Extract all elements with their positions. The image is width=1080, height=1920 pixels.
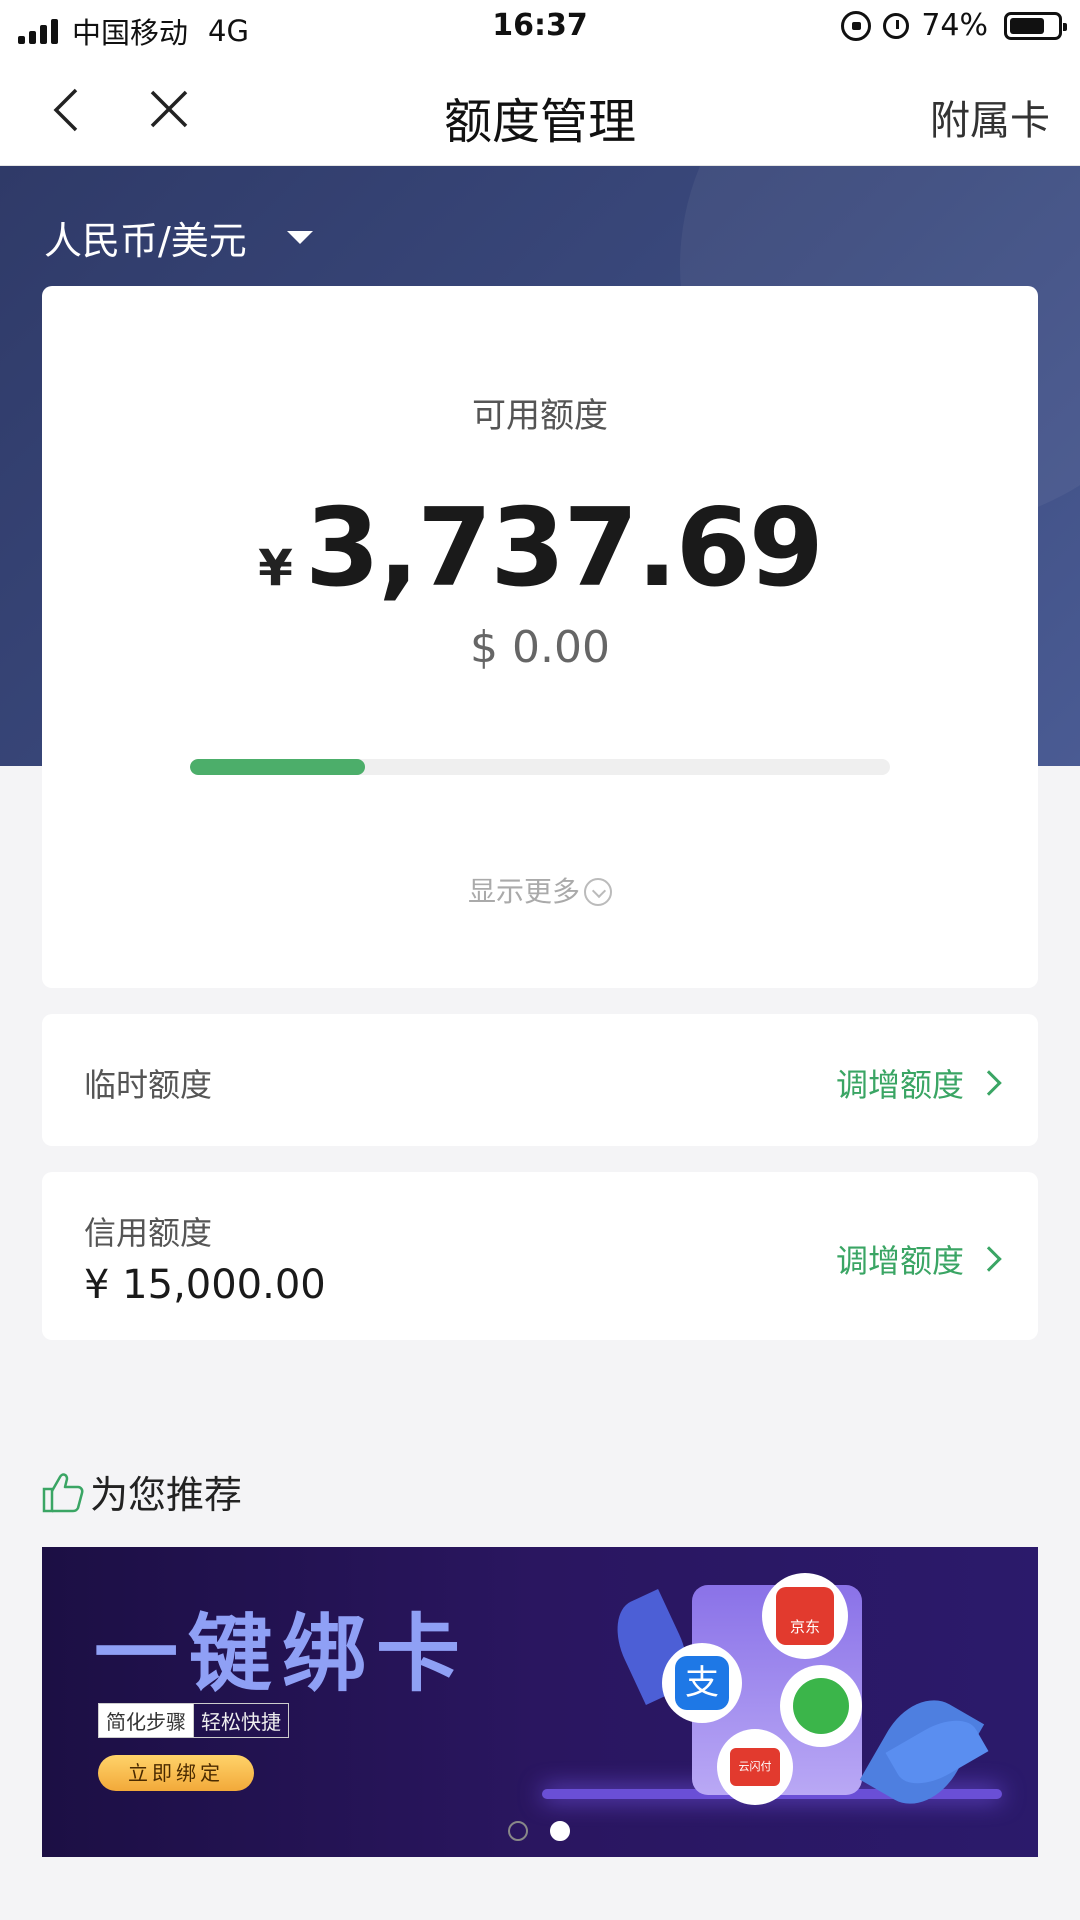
credit-limit-row[interactable]: 信用额度 ¥ 15,000.00 调增额度 (42, 1172, 1038, 1340)
currency-label: 人民币/美元 (44, 219, 247, 263)
wechat-icon (780, 1665, 862, 1747)
show-more-button[interactable]: 显示更多 (42, 870, 1038, 910)
unionpay-icon: 云闪付 (717, 1729, 793, 1805)
carousel-dot[interactable] (550, 1821, 570, 1841)
chevron-down-circle-icon (584, 878, 612, 906)
increase-limit-label: 调增额度 (835, 1066, 964, 1104)
currency-symbol: ¥ (258, 539, 293, 597)
jd-icon: 京东 (762, 1573, 848, 1659)
thumbs-up-icon (42, 1472, 84, 1512)
available-amount: ¥ 3,737.69 (42, 486, 1038, 611)
alipay-icon: 支 (662, 1643, 742, 1723)
page-title: 额度管理 (443, 94, 636, 150)
credit-progress-bar (190, 759, 890, 775)
currency-switch[interactable]: 人民币/美元 (44, 210, 313, 265)
increase-limit-label: 调增额度 (835, 1242, 964, 1280)
alipay-glyph: 支 (675, 1656, 729, 1710)
recommend-title: 为您推荐 (90, 1473, 243, 1517)
chevron-right-icon (976, 1246, 1002, 1272)
carousel-dot[interactable] (508, 1821, 528, 1841)
banner-tags: 简化步骤 轻松快捷 (98, 1703, 289, 1738)
available-credit-label: 可用额度 (472, 396, 608, 436)
available-amount-value: 3,737.69 (304, 486, 824, 611)
battery-percent: 74% (921, 8, 988, 43)
rotation-lock-icon (841, 10, 872, 41)
available-credit-card: 可用额度 ¥ 3,737.69 $ 0.00 显示更多 (42, 286, 1038, 988)
banner-tag: 简化步骤 (98, 1703, 194, 1738)
temporary-limit-label: 临时额度 (84, 1066, 213, 1104)
chevron-right-icon (976, 1070, 1002, 1096)
carousel-dots (508, 1821, 570, 1841)
recommend-header: 为您推荐 (40, 1464, 242, 1519)
jd-label: 京东 (776, 1587, 834, 1645)
credit-limit-amount: ¥ 15,000.00 (84, 1262, 326, 1308)
increase-temporary-limit-link[interactable]: 调增额度 (835, 1060, 1002, 1106)
banner-tag: 轻松快捷 (194, 1703, 289, 1738)
promo-banner[interactable]: 一键绑卡 简化步骤 轻松快捷 立即绑定 京东 支 云闪付 (42, 1547, 1038, 1857)
battery-icon (1004, 11, 1067, 40)
credit-limit-label: 信用额度 (84, 1214, 213, 1252)
unionpay-label: 云闪付 (730, 1748, 780, 1786)
show-more-label: 显示更多 (467, 875, 580, 908)
temporary-limit-row[interactable]: 临时额度 调增额度 (42, 1014, 1038, 1146)
increase-credit-limit-link[interactable]: 调增额度 (835, 1236, 1002, 1282)
credit-progress-fill (190, 759, 365, 775)
supplementary-card-link[interactable]: 附属卡 (930, 88, 1050, 146)
nav-bar: 额度管理 附属卡 (0, 54, 1080, 166)
usd-amount: $ 0.00 (470, 622, 610, 673)
banner-title: 一键绑卡 (94, 1605, 471, 1703)
status-bar: 中国移动 4G 16:37 74% (0, 0, 1080, 54)
alarm-icon (883, 12, 910, 39)
bind-now-button[interactable]: 立即绑定 (98, 1755, 254, 1791)
caret-down-icon (286, 231, 313, 244)
